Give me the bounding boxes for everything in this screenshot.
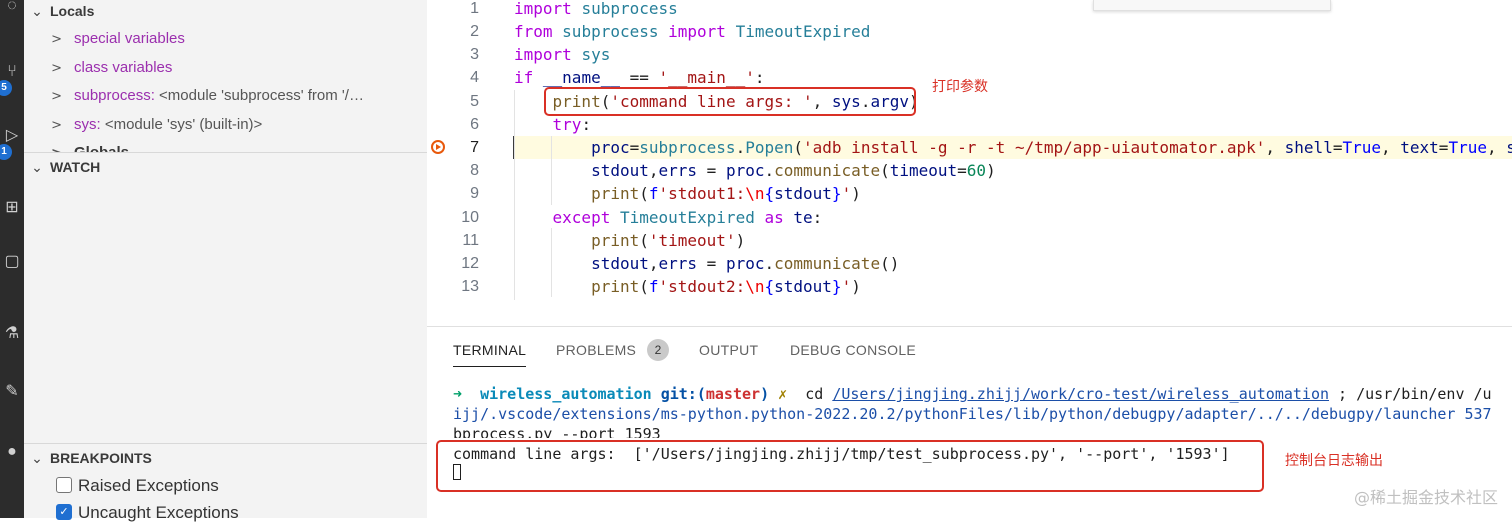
variable-row[interactable]: > subprocess: <module 'subprocess' from '…	[24, 82, 427, 110]
code-line: from subprocess import TimeoutExpired	[514, 22, 871, 41]
account-icon[interactable]: ●	[0, 440, 24, 464]
testing-icon[interactable]: ⚗	[0, 322, 24, 346]
line-number: 13	[461, 278, 479, 295]
line-number: 10	[461, 209, 479, 226]
code-line: try:	[552, 115, 592, 134]
line-number: 8	[470, 162, 479, 179]
dirty-marker: ✗	[778, 385, 788, 403]
code-line: except TimeoutExpired as te:	[552, 208, 823, 227]
variable-name: special variables	[74, 30, 185, 47]
cmd-cd: cd	[805, 385, 824, 403]
chevron-down-icon: ⌄	[31, 450, 43, 466]
activity-bar: ◌ ⑂ 5 ▷ 1 ⊞ ▢ ⚗ ✎ ●	[0, 0, 24, 518]
cmd-rest: ; /usr/bin/env /u	[1329, 385, 1492, 403]
tools-icon[interactable]: ✎	[0, 380, 24, 404]
tab-problems[interactable]: PROBLEMS	[556, 342, 636, 358]
line-number: 5	[470, 93, 479, 110]
line-number: 6	[470, 116, 479, 133]
variable-row[interactable]: > class variables	[24, 54, 427, 82]
code-line: import sys	[514, 45, 611, 64]
terminal-command-line[interactable]: ➜ wireless_automation git:(master) ✗ cd …	[453, 384, 1492, 404]
line-number: 11	[462, 232, 479, 249]
chevron-right-icon: >	[24, 143, 74, 152]
section-divider	[24, 152, 427, 153]
chevron-right-icon: >	[51, 118, 62, 133]
globals-row-cut[interactable]: >Globals	[24, 142, 427, 152]
chevron-right-icon: >	[51, 89, 62, 104]
git-close: )	[760, 385, 770, 403]
cd-path-link[interactable]: /Users/jingjing.zhijj/work/cro-test/wire…	[832, 385, 1329, 403]
tab-debug-console[interactable]: DEBUG CONSOLE	[790, 342, 916, 358]
variable-name: sys:	[74, 116, 101, 133]
line-number: 9	[470, 185, 479, 202]
locals-header[interactable]: ⌄ Locals	[24, 0, 427, 22]
terminal-line: bprocess.py --port 1593	[453, 425, 661, 438]
line-number: 12	[461, 255, 479, 272]
breakpoints-title: BREAKPOINTS	[50, 450, 152, 466]
variable-value: <module 'subprocess' from '/…	[154, 87, 364, 104]
prompt-arrow: ➜	[453, 385, 463, 403]
debug-icon[interactable]: ◌	[0, 0, 24, 18]
watch-title: WATCH	[50, 159, 101, 175]
git-label: git:(	[660, 385, 706, 403]
variable-name: subprocess:	[74, 87, 155, 104]
chevron-right-icon: >	[51, 32, 62, 47]
code-line: print('timeout')	[591, 231, 746, 250]
extensions-icon[interactable]: ⊞	[0, 196, 24, 220]
remote-icon[interactable]: ▢	[0, 250, 24, 274]
checkbox-unchecked[interactable]	[56, 476, 72, 493]
print-args-annotation: 打印参数	[932, 79, 988, 95]
run-debug-badge: 1	[0, 144, 12, 160]
variable-row[interactable]: > sys: <module 'sys' (built-in)>	[24, 111, 427, 139]
console-output-highlight-box	[436, 440, 1264, 492]
bottom-panel: TERMINAL PROBLEMS 2 OUTPUT DEBUG CONSOLE…	[427, 326, 1512, 518]
source-control-badge: 5	[0, 80, 12, 96]
print-statement-highlight-box	[544, 87, 916, 116]
tab-terminal[interactable]: TERMINAL	[453, 342, 527, 367]
variable-row[interactable]: > special variables	[24, 25, 427, 53]
watch-header[interactable]: ⌄ WATCH	[24, 156, 427, 178]
code-line-current: proc=subprocess.Popen('adb install -g -r…	[591, 138, 1512, 157]
globals-label: Globals	[74, 144, 129, 152]
line-number: 4	[470, 69, 479, 86]
checkbox-checked[interactable]: ✓	[56, 503, 72, 520]
chevron-down-icon: ⌄	[31, 159, 43, 175]
code-line: stdout,errs = proc.communicate()	[591, 254, 900, 273]
chevron-down-icon: ⌄	[31, 3, 43, 19]
breakpoint-label: Uncaught Exceptions	[78, 503, 239, 522]
code-line: print(f'stdout2:\n{stdout}')	[591, 277, 861, 296]
section-divider	[24, 443, 427, 444]
locals-title: Locals	[50, 3, 95, 19]
tab-output[interactable]: OUTPUT	[699, 342, 758, 358]
line-number: 3	[470, 46, 479, 63]
code-line: if __name__ == '__main__':	[514, 68, 765, 87]
variable-value: <module 'sys' (built-in)>	[100, 116, 263, 133]
breakpoint-label: Raised Exceptions	[78, 476, 219, 495]
breakpoints-header[interactable]: ⌄ BREAKPOINTS	[24, 447, 427, 469]
variable-name: class variables	[74, 59, 173, 76]
chevron-right-icon: >	[51, 61, 62, 76]
debug-sidebar: ⌄ Locals > special variables > class variab…	[24, 0, 427, 522]
problems-count-badge: 2	[647, 339, 669, 361]
git-branch: master	[705, 385, 761, 403]
code-line: print(f'stdout1:\n{stdout}')	[591, 184, 861, 203]
breakpoint-raised-exceptions[interactable]: Raised Exceptions	[56, 473, 219, 499]
terminal-line: ijj/.vscode/extensions/ms-python.python-…	[453, 405, 1492, 423]
line-number: 2	[470, 23, 479, 40]
prompt-dir: wireless_automation	[480, 385, 652, 403]
watermark: @稀土掘金技术社区	[1353, 488, 1498, 507]
line-number: 1	[470, 0, 479, 17]
console-output-annotation: 控制台日志输出	[1285, 453, 1383, 469]
code-editor[interactable]: 1 2 3 4 5 6 7 8 9 10 11 12 13 import sub…	[427, 0, 1512, 326]
breakpoint-uncaught-exceptions[interactable]: ✓ Uncaught Exceptions	[56, 500, 239, 526]
hover-widget	[1093, 0, 1331, 11]
line-number-current: 7	[470, 139, 479, 156]
code-line: stdout,errs = proc.communicate(timeout=6…	[591, 161, 996, 180]
code-line: import subprocess	[514, 0, 678, 18]
